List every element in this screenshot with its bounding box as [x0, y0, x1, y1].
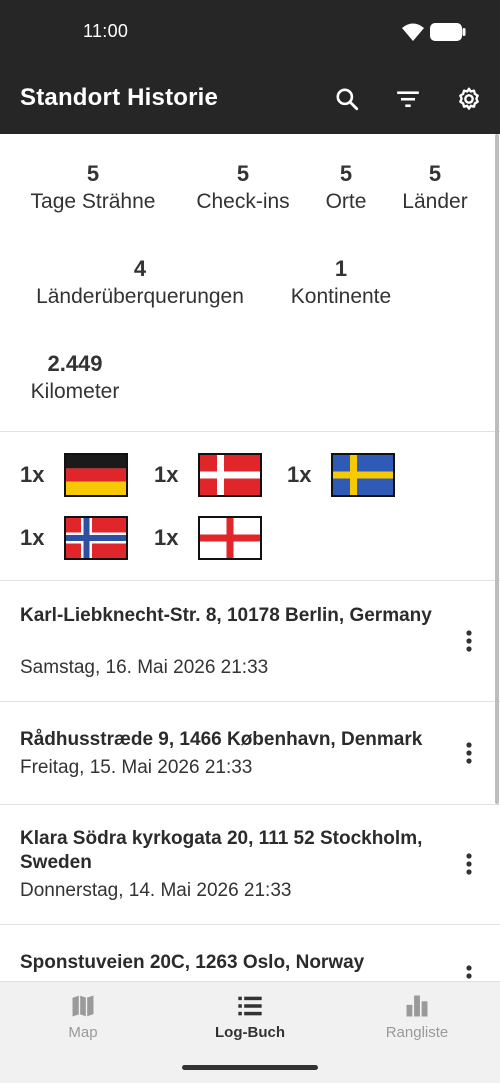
stat-label: Kontinente — [290, 285, 392, 308]
nav-item-map[interactable]: Map — [8, 992, 158, 1041]
stat-value: 5 — [236, 161, 250, 186]
stat-countries: 5 Länder — [392, 160, 478, 216]
entry-date: Samstag, 16. Mai 2026 21:33 — [20, 657, 269, 678]
filter-icon — [397, 91, 419, 108]
settings-button[interactable] — [454, 84, 484, 114]
nav-item-rangliste[interactable]: Rangliste — [342, 992, 492, 1041]
stat-label: Länder — [402, 190, 468, 213]
entry-address: Klara Södra kyrkogata 20, 111 52 Stockho… — [20, 828, 423, 873]
stat-value: 5 — [86, 161, 100, 186]
stat-value: 1 — [334, 256, 348, 281]
search-icon — [336, 88, 359, 111]
app-bar: Standort Historie — [0, 64, 500, 134]
stat-label: Orte — [325, 190, 367, 213]
list-icon — [238, 996, 262, 1016]
stat-places: 5 Orte — [318, 160, 374, 216]
denmark-flag-icon — [198, 453, 262, 497]
statistics-panel: 5 Tage Strähne 5 Check-ins 5 Orte 5 Länd… — [0, 134, 500, 432]
stat-continents: 1 Kontinente — [278, 255, 404, 311]
more-vertical-icon — [466, 853, 472, 875]
stat-value: 5 — [428, 161, 442, 186]
stat-label: Länderüberquerungen — [36, 285, 244, 308]
stat-checkins: 5 Check-ins — [186, 160, 300, 216]
stat-kilometers: 2.449 Kilometer — [20, 350, 130, 406]
flag-item-sweden[interactable]: 1x — [287, 453, 395, 497]
sweden-flag-icon — [331, 453, 395, 497]
page-title: Standort Historie — [20, 84, 219, 111]
norway-flag-icon — [64, 516, 128, 560]
entry-address: Sponstuveien 20C, 1263 Oslo, Norway — [20, 952, 365, 973]
stat-value: 5 — [339, 161, 353, 186]
stat-value: 4 — [133, 256, 147, 281]
flag-count: 1x — [20, 525, 45, 550]
list-item[interactable]: Klara Södra kyrkogata 20, 111 52 Stockho… — [0, 805, 500, 925]
nav-label: Log-Buch — [215, 1024, 285, 1041]
flag-item-denmark[interactable]: 1x — [154, 453, 262, 497]
bottom-navigation: Map Log-Buch Rangliste — [0, 981, 500, 1083]
bar-chart-icon — [406, 995, 428, 1017]
flag-count: 1x — [287, 462, 312, 487]
list-item[interactable]: Karl-Liebknecht-Str. 8, 10178 Berlin, Ge… — [0, 582, 500, 702]
stat-crossings: 4 Länderüberquerungen — [20, 255, 260, 311]
map-icon — [72, 995, 94, 1017]
nav-label: Rangliste — [385, 1024, 449, 1041]
stat-label: Check-ins — [196, 190, 290, 213]
status-time: 11:00 — [83, 21, 129, 41]
filter-button[interactable] — [393, 84, 423, 114]
gear-icon — [459, 87, 479, 110]
stat-label: Kilometer — [30, 380, 120, 403]
england-flag-icon — [198, 516, 262, 560]
more-options-button[interactable] — [458, 628, 480, 654]
wifi-icon — [402, 23, 424, 41]
entry-address: Karl-Liebknecht-Str. 8, 10178 Berlin, Ge… — [20, 605, 432, 626]
flag-item-germany[interactable]: 1x — [20, 453, 128, 497]
stat-label: Tage Strähne — [30, 190, 156, 213]
country-flags-panel: 1x 1x 1x 1x 1x — [0, 433, 500, 581]
scrollbar[interactable] — [495, 134, 499, 804]
flag-count: 1x — [154, 525, 179, 550]
entry-date: Freitag, 15. Mai 2026 21:33 — [20, 757, 253, 778]
list-item[interactable]: Rådhusstræde 9, 1466 København, Denmark … — [0, 702, 500, 805]
nav-label: Map — [68, 1024, 98, 1041]
flag-count: 1x — [154, 462, 179, 487]
more-vertical-icon — [466, 630, 472, 652]
stat-value: 2.449 — [47, 351, 103, 376]
entry-address: Rådhusstræde 9, 1466 København, Denmark — [20, 729, 423, 750]
more-vertical-icon — [466, 965, 472, 979]
search-button[interactable] — [332, 84, 362, 114]
list-item[interactable]: Sponstuveien 20C, 1263 Oslo, Norway — [0, 925, 500, 981]
flag-count: 1x — [20, 462, 45, 487]
status-bar: 11:00 — [0, 0, 500, 64]
more-options-button[interactable] — [458, 963, 480, 981]
flag-item-england[interactable]: 1x — [154, 516, 262, 560]
more-vertical-icon — [466, 742, 472, 764]
entry-date: Donnerstag, 14. Mai 2026 21:33 — [20, 880, 292, 901]
nav-item-log-buch[interactable]: Log-Buch — [175, 992, 325, 1041]
home-indicator[interactable] — [182, 1065, 318, 1070]
flag-item-norway[interactable]: 1x — [20, 516, 128, 560]
battery-icon — [430, 23, 466, 41]
more-options-button[interactable] — [458, 851, 480, 877]
germany-flag-icon — [64, 453, 128, 497]
stat-streak: 5 Tage Strähne — [20, 160, 166, 216]
more-options-button[interactable] — [458, 740, 480, 766]
